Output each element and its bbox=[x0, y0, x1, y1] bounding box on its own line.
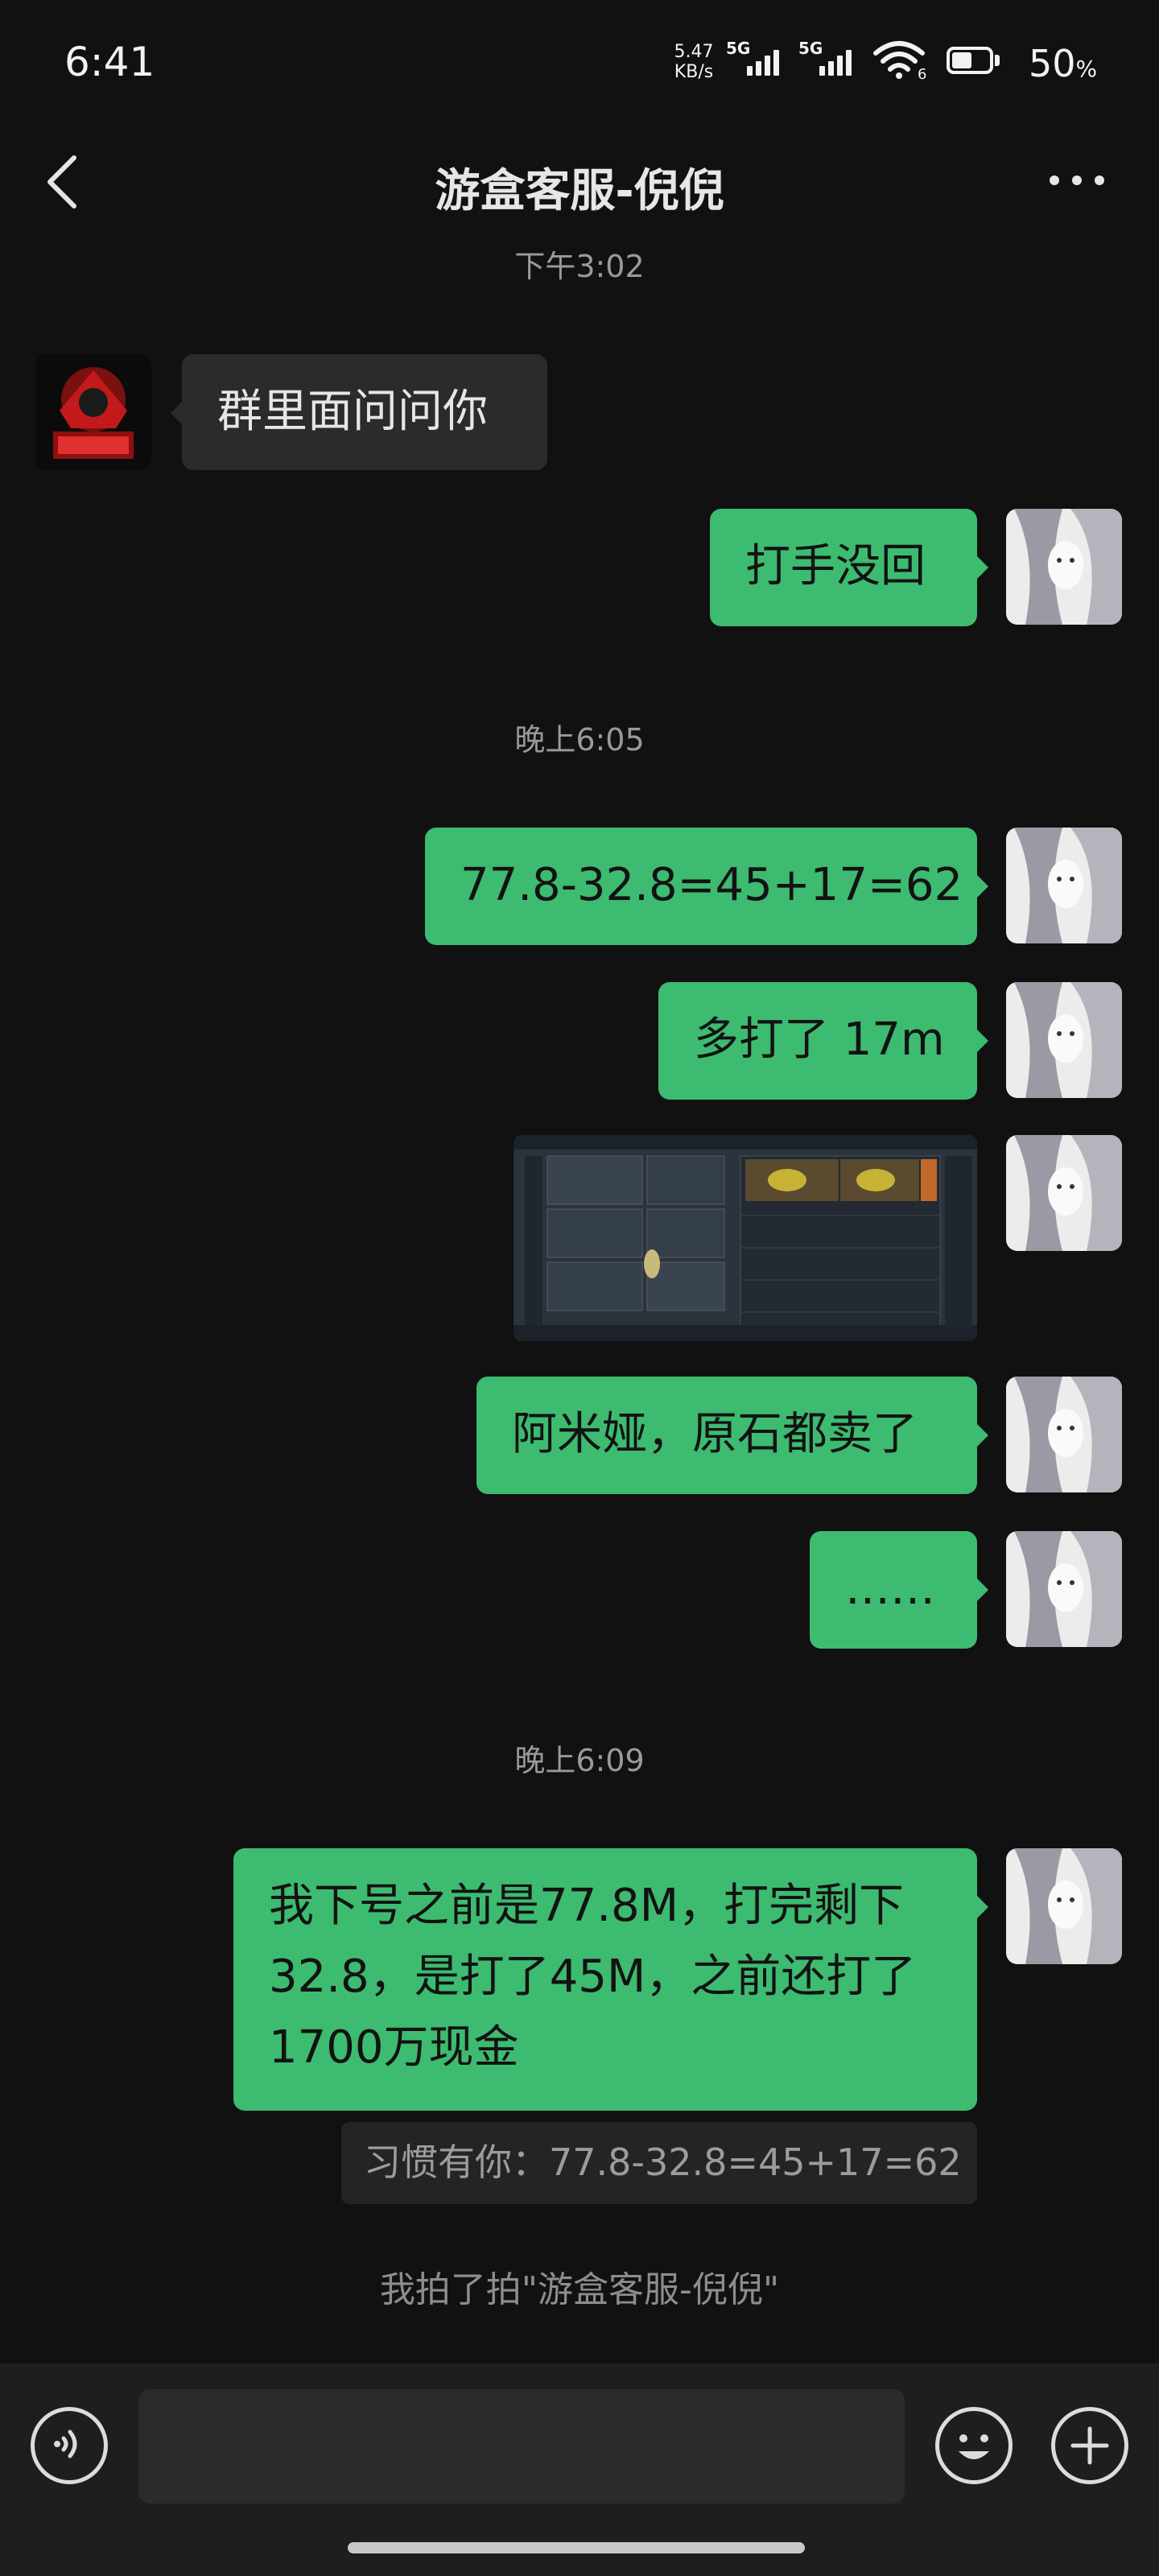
network-speed-unit: KB/s bbox=[674, 62, 714, 82]
message-image[interactable] bbox=[514, 1135, 977, 1341]
timestamp: 下午3:02 bbox=[514, 249, 645, 284]
avatar-self[interactable] bbox=[1006, 1531, 1122, 1647]
message-bubble-outgoing[interactable]: 77.8-32.8=45+17=62 bbox=[425, 828, 977, 945]
message-line: 1700万现金 bbox=[269, 2021, 519, 2074]
emoji-button[interactable] bbox=[935, 2407, 1013, 2484]
battery-percentage: 50% bbox=[1029, 42, 1098, 85]
voice-icon bbox=[54, 2429, 77, 2458]
signal-icon-sim1: 5G bbox=[726, 39, 782, 80]
signal-icon-sim2: 5G bbox=[798, 39, 855, 80]
message-bubble-outgoing[interactable]: 打手没回 bbox=[710, 509, 977, 626]
avatar-self[interactable] bbox=[1006, 1848, 1122, 1964]
emoji-icon bbox=[959, 2434, 989, 2459]
avatar-self[interactable] bbox=[1006, 982, 1122, 1098]
message-line: 32.8，是打了45M，之前还打了 bbox=[269, 1951, 917, 2003]
network-speed-value: 5.47 bbox=[674, 42, 714, 62]
home-indicator[interactable] bbox=[348, 2542, 805, 2553]
system-note: 我拍了拍"游盒客服-倪倪" bbox=[379, 2269, 780, 2310]
quoted-reply[interactable]: 习惯有你：77.8-32.8=45+17=62 bbox=[341, 2122, 977, 2204]
message-bubble-outgoing[interactable]: …… bbox=[810, 1531, 977, 1649]
message-bubble-incoming[interactable]: 群里面问问你 bbox=[182, 354, 547, 470]
status-time: 6:41 bbox=[64, 39, 155, 85]
wifi-icon: 6 bbox=[872, 39, 926, 84]
message-bubble-outgoing[interactable]: 多打了 17m bbox=[658, 982, 977, 1100]
more-button[interactable] bbox=[1046, 169, 1107, 193]
message-bubble-outgoing[interactable]: 我下号之前是77.8M，打完剩下 32.8，是打了45M，之前还打了 1700万… bbox=[233, 1848, 977, 2111]
avatar-self[interactable] bbox=[1006, 1135, 1122, 1251]
network-speed: 5.47 KB/s bbox=[670, 42, 718, 82]
timestamp: 晚上6:09 bbox=[514, 1743, 645, 1778]
timestamp: 晚上6:05 bbox=[514, 722, 645, 758]
voice-button[interactable] bbox=[31, 2407, 108, 2484]
message-line: 我下号之前是77.8M，打完剩下 bbox=[269, 1880, 905, 1932]
avatar-self[interactable] bbox=[1006, 828, 1122, 943]
message-bubble-outgoing[interactable]: 阿米娅，原石都卖了 bbox=[476, 1377, 977, 1494]
plus-button[interactable] bbox=[1051, 2407, 1128, 2484]
avatar-self[interactable] bbox=[1006, 1377, 1122, 1492]
wifi-badge: 6 bbox=[918, 66, 927, 83]
avatar-self[interactable] bbox=[1006, 509, 1122, 625]
avatar-contact[interactable] bbox=[35, 354, 151, 470]
plus-icon bbox=[1070, 2426, 1109, 2465]
more-dots-icon bbox=[1050, 175, 1059, 185]
chat-title: 游盒客服-倪倪 bbox=[435, 165, 724, 217]
message-input[interactable] bbox=[138, 2389, 905, 2504]
battery-icon bbox=[947, 47, 1003, 76]
